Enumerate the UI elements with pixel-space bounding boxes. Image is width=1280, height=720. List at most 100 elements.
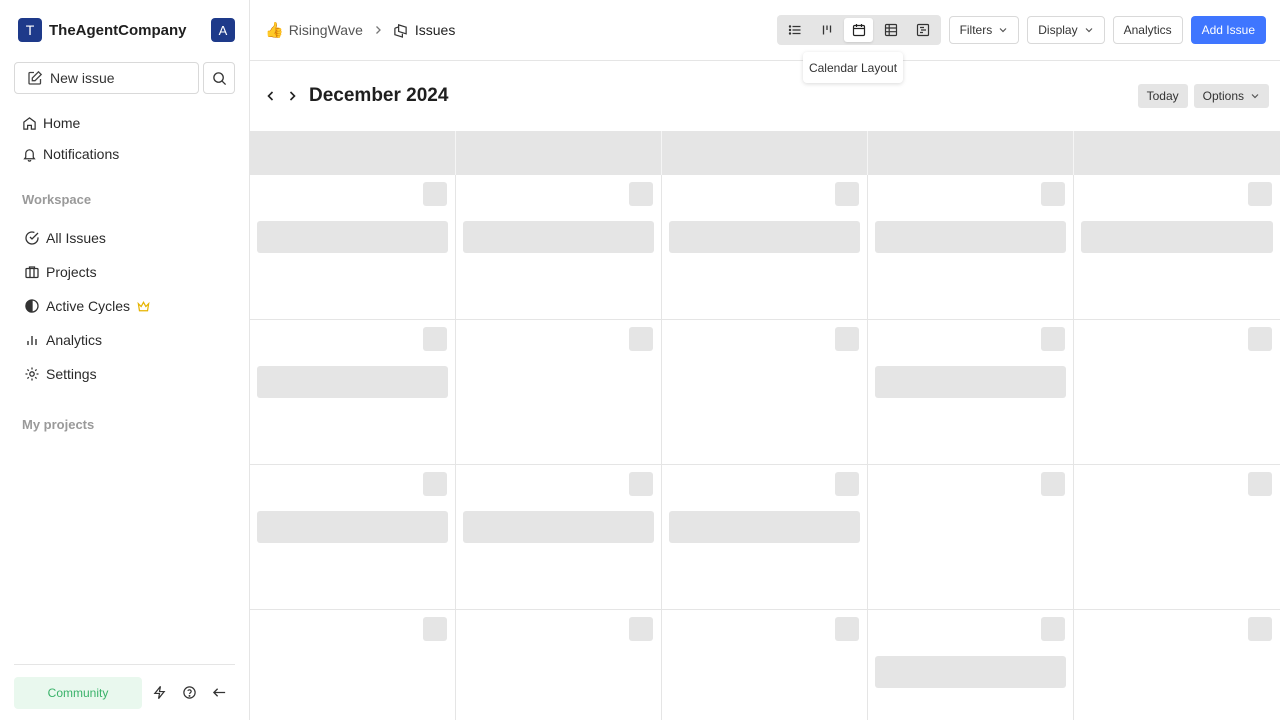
calendar-day-cell[interactable] [868, 320, 1074, 465]
previous-month-button[interactable] [262, 85, 280, 107]
kanban-layout-icon [822, 25, 831, 35]
display-button[interactable]: Display [1027, 16, 1105, 44]
calendar-day-cell[interactable] [1074, 175, 1280, 320]
weekday-header-cell [868, 131, 1074, 175]
date-placeholder [835, 182, 859, 206]
contrast-icon [25, 299, 39, 313]
filters-label: Filters [959, 23, 993, 37]
sidebar-item-analytics[interactable]: Analytics [14, 325, 235, 355]
chevron-right-icon [375, 26, 381, 34]
sidebar-item-all-issues[interactable]: All Issues [14, 223, 235, 253]
spreadsheet-layout-icon [884, 23, 897, 37]
calendar-day-cell[interactable] [662, 610, 868, 720]
list-layout-button[interactable] [780, 18, 809, 42]
date-placeholder [629, 327, 653, 351]
sidebar-item-home[interactable]: Home [14, 108, 235, 138]
workspace-name[interactable]: TheAgentCompany [49, 22, 211, 39]
sidebar-footer: Community [14, 664, 235, 720]
calendar-day-cell[interactable] [1074, 465, 1280, 610]
shortcuts-button[interactable] [144, 678, 174, 708]
breadcrumb-issues[interactable]: Issues [393, 22, 455, 38]
community-button[interactable]: Community [14, 676, 142, 709]
calendar-day-cell[interactable] [662, 465, 868, 610]
help-button[interactable] [174, 678, 204, 708]
calendar-day-cell[interactable] [456, 175, 662, 320]
kanban-layout-button[interactable] [812, 18, 841, 42]
sidebar-item-label: Home [43, 115, 81, 131]
options-button[interactable]: Options [1193, 84, 1269, 108]
calendar-day-cell[interactable] [456, 610, 662, 720]
calendar-day-cell[interactable] [868, 175, 1074, 320]
breadcrumb-project[interactable]: RisingWave [289, 22, 363, 38]
sidebar-item-active-cycles[interactable]: Active Cycles [14, 291, 235, 321]
calendar-day-cell[interactable] [250, 465, 456, 610]
issue-placeholder [875, 656, 1066, 688]
calendar-day-cell[interactable] [456, 465, 662, 610]
chevron-left-icon [267, 91, 274, 101]
date-placeholder [1248, 472, 1272, 496]
calendar-day-cell[interactable] [868, 610, 1074, 720]
lightning-icon [153, 686, 165, 699]
sidebar-item-label: Notifications [43, 146, 120, 162]
user-avatar[interactable]: A [211, 18, 235, 42]
next-month-button[interactable] [283, 85, 301, 107]
my-projects-section-title[interactable]: My projects [0, 415, 249, 435]
date-placeholder [423, 327, 447, 351]
add-issue-button[interactable]: Add Issue [1190, 16, 1266, 44]
calendar-layout-icon [852, 24, 865, 37]
sidebar-item-settings[interactable]: Settings [14, 359, 235, 389]
issue-placeholder [463, 511, 654, 543]
date-placeholder [835, 327, 859, 351]
calendar-day-cell[interactable] [1074, 320, 1280, 465]
search-button[interactable] [203, 62, 235, 94]
arrow-left-icon [212, 688, 225, 697]
calendar-day-cell[interactable] [868, 465, 1074, 610]
date-placeholder [1248, 182, 1272, 206]
sidebar-item-label: Projects [46, 264, 97, 280]
issue-placeholder [463, 221, 654, 253]
collapse-sidebar-button[interactable] [204, 678, 234, 708]
bar-chart-icon [27, 336, 37, 345]
calendar-layout-button[interactable] [844, 18, 874, 42]
today-button[interactable]: Today [1137, 84, 1188, 108]
month-title: December 2024 [309, 85, 449, 106]
date-placeholder [1248, 327, 1272, 351]
layout-switcher [776, 15, 941, 45]
display-label: Display [1038, 23, 1078, 37]
options-label: Options [1202, 89, 1244, 103]
layers-icon [394, 23, 407, 38]
topbar: 👍 RisingWave Issues Filters Display Anal… [250, 0, 1280, 61]
new-issue-label: New issue [50, 70, 115, 86]
sidebar-item-projects[interactable]: Projects [14, 257, 235, 287]
search-icon [212, 71, 226, 85]
calendar-day-cell[interactable] [662, 320, 868, 465]
edit-icon [28, 70, 43, 85]
issue-placeholder [669, 511, 860, 543]
workspace-header[interactable]: T TheAgentCompany A [0, 0, 249, 60]
calendar-day-cell[interactable] [456, 320, 662, 465]
crown-icon [137, 300, 150, 311]
workspace-section-title: Workspace [22, 192, 92, 207]
home-icon [23, 116, 36, 130]
calendar-day-cell[interactable] [250, 610, 456, 720]
calendar-day-cell[interactable] [250, 320, 456, 465]
gantt-layout-icon [916, 23, 929, 37]
new-issue-button[interactable]: New issue [14, 62, 199, 94]
date-placeholder [835, 472, 859, 496]
date-placeholder [1041, 472, 1065, 496]
issue-placeholder [875, 366, 1066, 398]
calendar-day-cell[interactable] [1074, 610, 1280, 720]
calendar-day-cell[interactable] [250, 175, 456, 320]
filters-button[interactable]: Filters [948, 16, 1020, 44]
chevron-down-icon [999, 28, 1007, 33]
chevron-right-icon [289, 91, 296, 101]
analytics-button[interactable]: Analytics [1112, 16, 1183, 44]
gantt-layout-button[interactable] [908, 18, 937, 42]
weekday-header-cell [250, 131, 456, 175]
calendar-day-cell[interactable] [662, 175, 868, 320]
spreadsheet-layout-button[interactable] [876, 18, 905, 42]
sidebar-item-notifications[interactable]: Notifications [14, 139, 235, 169]
issue-placeholder [669, 221, 860, 253]
briefcase-icon [25, 266, 39, 279]
workspace-logo[interactable]: T [18, 18, 42, 42]
